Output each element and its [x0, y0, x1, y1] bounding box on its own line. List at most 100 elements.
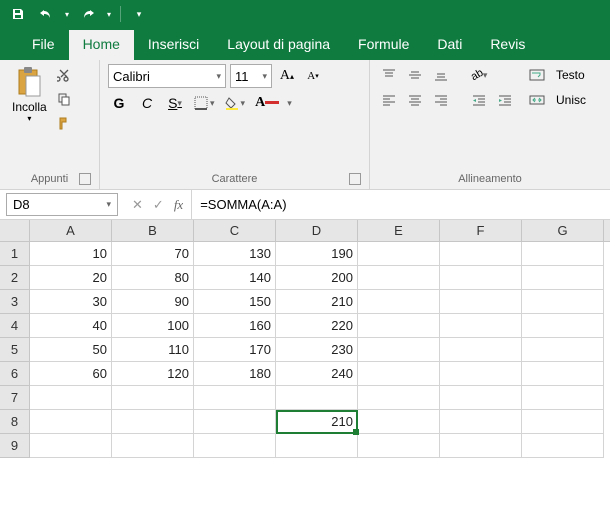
cell[interactable] [276, 386, 358, 410]
cell[interactable] [358, 290, 440, 314]
cell[interactable] [194, 386, 276, 410]
merge-icon-btn[interactable] [526, 89, 548, 111]
row-header[interactable]: 8 [0, 410, 29, 434]
cell[interactable] [522, 434, 604, 458]
cell[interactable]: 100 [112, 314, 194, 338]
col-header[interactable]: E [358, 220, 440, 241]
redo-button[interactable] [76, 2, 100, 26]
cell[interactable]: 130 [194, 242, 276, 266]
col-header[interactable]: B [112, 220, 194, 241]
enter-formula-button[interactable]: ✓ [153, 197, 164, 213]
cell[interactable] [30, 434, 112, 458]
tab-layout[interactable]: Layout di pagina [213, 30, 344, 60]
merge-button[interactable]: Unisc [552, 93, 590, 107]
cell[interactable] [440, 434, 522, 458]
cell[interactable] [522, 386, 604, 410]
font-name-select[interactable]: Calibri▾ [108, 64, 226, 88]
cell[interactable] [30, 410, 112, 434]
fill-color-button[interactable]: ▾ [223, 92, 248, 114]
undo-button[interactable] [34, 2, 58, 26]
cell[interactable] [358, 386, 440, 410]
col-header[interactable]: C [194, 220, 276, 241]
cell[interactable] [522, 362, 604, 386]
row-header[interactable]: 5 [0, 338, 29, 362]
row-header[interactable]: 4 [0, 314, 29, 338]
cell[interactable] [112, 434, 194, 458]
cell[interactable]: 170 [194, 338, 276, 362]
cell[interactable]: 80 [112, 266, 194, 290]
cell[interactable] [358, 314, 440, 338]
insert-function-button[interactable]: fx [174, 197, 183, 213]
cell[interactable] [358, 338, 440, 362]
tab-data[interactable]: Dati [423, 30, 476, 60]
cell[interactable]: 140 [194, 266, 276, 290]
row-header[interactable]: 6 [0, 362, 29, 386]
cell[interactable] [358, 362, 440, 386]
cell[interactable]: 40 [30, 314, 112, 338]
wrap-text-icon-btn[interactable] [526, 64, 548, 86]
cell-grid[interactable]: 1070130190 2080140200 3090150210 4010016… [30, 242, 610, 458]
col-header[interactable]: A [30, 220, 112, 241]
cell[interactable]: 10 [30, 242, 112, 266]
cell[interactable]: 190 [276, 242, 358, 266]
cell[interactable] [522, 290, 604, 314]
cell[interactable] [358, 410, 440, 434]
cell[interactable] [522, 266, 604, 290]
cell[interactable] [522, 242, 604, 266]
borders-button[interactable]: ▾ [192, 92, 217, 114]
underline-button[interactable]: S ▾ [164, 92, 186, 114]
undo-dropdown[interactable]: ▾ [62, 2, 72, 26]
cell[interactable] [440, 410, 522, 434]
increase-font-button[interactable]: A▴ [276, 65, 298, 87]
formula-input[interactable]: =SOMMA(A:A) [192, 190, 610, 219]
cell[interactable]: 60 [30, 362, 112, 386]
italic-button[interactable]: C [136, 92, 158, 114]
cell[interactable] [440, 314, 522, 338]
cell[interactable]: 220 [276, 314, 358, 338]
cell[interactable]: 160 [194, 314, 276, 338]
align-left-button[interactable] [378, 89, 400, 111]
tab-file[interactable]: File [18, 30, 69, 60]
cell[interactable]: 120 [112, 362, 194, 386]
cell[interactable]: 20 [30, 266, 112, 290]
cell[interactable]: 110 [112, 338, 194, 362]
cell[interactable] [440, 362, 522, 386]
cut-button[interactable] [53, 64, 75, 86]
save-button[interactable] [6, 2, 30, 26]
cell[interactable] [194, 434, 276, 458]
cell[interactable]: 210 [276, 410, 358, 434]
tab-insert[interactable]: Inserisci [134, 30, 213, 60]
format-painter-button[interactable] [53, 112, 75, 134]
increase-indent-button[interactable] [494, 89, 516, 111]
row-header[interactable]: 3 [0, 290, 29, 314]
cell[interactable] [522, 410, 604, 434]
cell[interactable] [522, 338, 604, 362]
row-header[interactable]: 1 [0, 242, 29, 266]
col-header[interactable]: D [276, 220, 358, 241]
copy-button[interactable] [53, 88, 75, 110]
customize-qat-button[interactable]: ▾ [127, 2, 151, 26]
align-bottom-button[interactable] [430, 64, 452, 86]
cell[interactable] [440, 338, 522, 362]
row-header[interactable]: 2 [0, 266, 29, 290]
font-size-select[interactable]: 11▾ [230, 64, 272, 88]
cell[interactable] [440, 266, 522, 290]
redo-dropdown[interactable]: ▾ [104, 2, 114, 26]
cell[interactable]: 50 [30, 338, 112, 362]
cell[interactable] [440, 290, 522, 314]
align-middle-button[interactable] [404, 64, 426, 86]
cell[interactable]: 180 [194, 362, 276, 386]
cell[interactable]: 30 [30, 290, 112, 314]
cell[interactable]: 240 [276, 362, 358, 386]
align-right-button[interactable] [430, 89, 452, 111]
col-header[interactable]: G [522, 220, 604, 241]
cell[interactable] [112, 410, 194, 434]
tab-formulas[interactable]: Formule [344, 30, 423, 60]
cell[interactable] [440, 242, 522, 266]
col-header[interactable]: F [440, 220, 522, 241]
cell[interactable] [30, 386, 112, 410]
cell[interactable]: 200 [276, 266, 358, 290]
decrease-font-button[interactable]: A▾ [302, 65, 324, 87]
cell[interactable]: 70 [112, 242, 194, 266]
tab-review[interactable]: Revis [476, 30, 539, 60]
